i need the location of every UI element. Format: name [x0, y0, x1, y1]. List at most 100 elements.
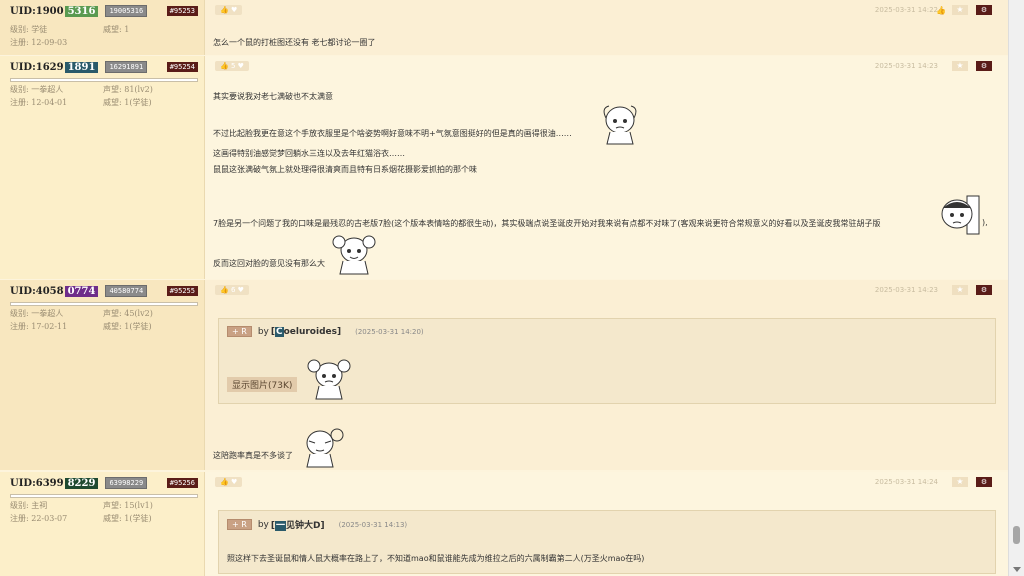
sticker-image: [941, 195, 980, 235]
quote-block: + R by [Coeluroides] (2025-03-31 14:20) …: [218, 318, 996, 404]
gear-icon[interactable]: ⚙: [976, 285, 992, 295]
fame-field: 声望: 45(lv2): [103, 309, 153, 318]
floor-number[interactable]: #95254: [166, 62, 198, 72]
post-95256: UID:6399 8229 63998229 #95256 级别: 主祠 声望: …: [0, 472, 1008, 576]
prestige-field: 威望: 1(学徒): [103, 322, 152, 331]
joined-field: 注册: 12-04-01: [10, 98, 68, 107]
floor-number[interactable]: #95255: [166, 286, 198, 296]
uid-tail[interactable]: 5316: [64, 5, 99, 17]
sticker-image: [307, 359, 351, 400]
post-toolbar: 👍 5 ♥ 2025-03-31 14:23 ★ ⚙: [211, 61, 998, 73]
sticker-image: [306, 428, 344, 468]
post-text: 不过比起脸我更在意这个手放衣服里是个啥姿势啊好意味不明+气氛意图挺好的但是真的画…: [213, 129, 572, 138]
user-panel: UID:6399 8229 63998229 #95256 级别: 主祠 声望: …: [0, 472, 205, 576]
uid-badge: 19005316: [105, 5, 148, 17]
post-text: 照这样下去圣诞鼠和情人鼠大概率在路上了，不知道mao和鼠谁能先成为维拉之后的六属…: [227, 554, 645, 563]
star-icon[interactable]: ★: [952, 477, 968, 487]
user-info: 级别: 一拳超人 声望: 45(lv2) 注册: 17-02-11 威望: 1(…: [10, 308, 198, 332]
post-text: 鼠鼠这张满破气氛上就处理得很清爽而且特有日系烟花摄影爱抓拍的那个味: [213, 165, 477, 174]
floor-number[interactable]: #95253: [166, 6, 198, 16]
floor-number[interactable]: #95256: [166, 478, 198, 488]
thumb-icon[interactable]: 👍: [936, 6, 946, 15]
uid-label[interactable]: UID:4058: [10, 286, 64, 297]
joined-field: 注册: 22-03-07: [10, 514, 68, 523]
uid-row: UID:4058 0774 40580774 #95255: [10, 283, 198, 299]
quote-block: + R by [一见钟大D] (2025-03-31 14:13) 照这样下去圣…: [218, 510, 996, 574]
post-text: 7脸是另一个问题了我的口味是最残忍的古老版7脸(这个版本表情啥的都很生动)，其实…: [213, 219, 881, 228]
joined-field: 注册: 12-09-03: [10, 38, 68, 47]
level-field: 级别: 一拳超人: [10, 85, 64, 94]
level-bar: [10, 302, 198, 306]
prestige-field: 威望: 1(学徒): [103, 98, 152, 107]
post-95253: UID:1900 5316 19005316 #95253 级别: 学徒 威望: …: [0, 0, 1008, 55]
uid-row: UID:6399 8229 63998229 #95256: [10, 475, 198, 491]
thread-view: UID:1900 5316 19005316 #95253 级别: 学徒 威望: …: [0, 0, 1008, 576]
star-icon[interactable]: ★: [952, 61, 968, 71]
quote-author[interactable]: [一见钟大D]: [271, 518, 325, 531]
level-bar: [10, 494, 198, 498]
uid-badge: 40580774: [105, 285, 148, 297]
uid-badge: 16291891: [105, 61, 148, 73]
post-body: 👍 ♥ 2025-03-31 14:24 ★ ⚙ + R by [一见钟大D] …: [205, 472, 1008, 576]
post-toolbar: 👍 6 ♥ 2025-03-31 14:23 ★ ⚙: [211, 285, 998, 297]
quote-author[interactable]: [Coeluroides]: [271, 326, 341, 337]
post-toolbar: 👍 ♥ 2025-03-31 14:22 👍 ★ ⚙: [211, 5, 998, 17]
post-text: 其实要说我对老七满破也不太满意: [213, 92, 333, 101]
uid-label[interactable]: UID:1900: [10, 6, 64, 17]
like-button[interactable]: 👍 5 ♥: [215, 61, 249, 71]
post-time: 2025-03-31 14:23: [874, 286, 938, 294]
plus-r-button[interactable]: + R: [227, 326, 252, 337]
post-95255: UID:4058 0774 40580774 #95255 级别: 一拳超人 声望…: [0, 280, 1008, 470]
uid-tail[interactable]: 0774: [64, 285, 99, 297]
prestige-field: 威望: 1(学徒): [103, 514, 152, 523]
gear-icon[interactable]: ⚙: [976, 61, 992, 71]
post-body: 👍 6 ♥ 2025-03-31 14:23 ★ ⚙ + R by [Coelu…: [205, 280, 1008, 470]
post-time: 2025-03-31 14:23: [874, 62, 938, 70]
quote-header: + R by [一见钟大D] (2025-03-31 14:13): [227, 518, 407, 531]
like-button[interactable]: 👍 ♥: [215, 5, 243, 15]
post-body: 👍 ♥ 2025-03-31 14:22 👍 ★ ⚙ 怎么一个鼠的打桩图还没有 …: [205, 0, 1008, 55]
prestige-field: 威望: 1: [103, 25, 130, 34]
user-info: 级别: 一拳超人 声望: 81(lv2) 注册: 12-04-01 威望: 1(…: [10, 84, 198, 108]
star-icon[interactable]: ★: [952, 285, 968, 295]
post-time: 2025-03-31 14:24: [874, 478, 938, 486]
show-image-button[interactable]: 显示图片(73K): [227, 377, 298, 392]
uid-label[interactable]: UID:1629: [10, 62, 64, 73]
post-text: ),: [982, 218, 988, 227]
level-field: 级别: 一拳超人: [10, 309, 64, 318]
plus-r-button[interactable]: + R: [227, 519, 252, 530]
uid-tail[interactable]: 1891: [64, 61, 99, 73]
level-field: 级别: 学徒: [10, 25, 48, 34]
user-panel: UID:1900 5316 19005316 #95253 级别: 学徒 威望: …: [0, 0, 205, 55]
quote-by: by: [257, 519, 269, 530]
uid-tail[interactable]: 8229: [64, 477, 99, 489]
uid-row: UID:1629 1891 16291891 #95254: [10, 59, 198, 75]
post-text: 这陪跑率真是不多谈了: [213, 451, 293, 460]
quote-time: (2025-03-31 14:13): [338, 520, 408, 529]
quote-by: by: [257, 326, 269, 337]
sticker-image: [603, 105, 637, 145]
scrollbar[interactable]: [1008, 0, 1024, 576]
scrollbar-thumb[interactable]: [1013, 526, 1020, 544]
post-text: 怎么一个鼠的打桩图还没有 老七都讨论一圈了: [213, 38, 376, 47]
post-text: 这画得特别油感觉梦回躺水三连以及去年红猫浴衣……: [213, 149, 405, 158]
uid-badge: 63998229: [105, 477, 148, 489]
post-body: 👍 5 ♥ 2025-03-31 14:23 ★ ⚙ 其实要说我对老七满破也不太…: [205, 56, 1008, 279]
star-icon[interactable]: ★: [952, 5, 968, 15]
gear-icon[interactable]: ⚙: [976, 477, 992, 487]
post-text: 反而这回对脸的意见没有那么大: [213, 259, 325, 268]
quote-header: + R by [Coeluroides] (2025-03-31 14:20): [227, 326, 424, 337]
post-toolbar: 👍 ♥ 2025-03-31 14:24 ★ ⚙: [211, 477, 998, 489]
scroll-down-icon[interactable]: [1013, 567, 1021, 572]
gear-icon[interactable]: ⚙: [976, 5, 992, 15]
user-panel: UID:4058 0774 40580774 #95255 级别: 一拳超人 声望…: [0, 280, 205, 470]
fame-field: 声望: 15(lv1): [103, 501, 153, 510]
uid-label[interactable]: UID:6399: [10, 478, 64, 489]
sticker-image: [332, 235, 376, 275]
like-button[interactable]: 👍 ♥: [215, 477, 243, 487]
fame-field: 声望: 81(lv2): [103, 85, 153, 94]
like-button[interactable]: 👍 6 ♥: [215, 285, 249, 295]
level-field: 级别: 主祠: [10, 501, 48, 510]
level-bar: [10, 78, 198, 82]
joined-field: 注册: 17-02-11: [10, 322, 68, 331]
